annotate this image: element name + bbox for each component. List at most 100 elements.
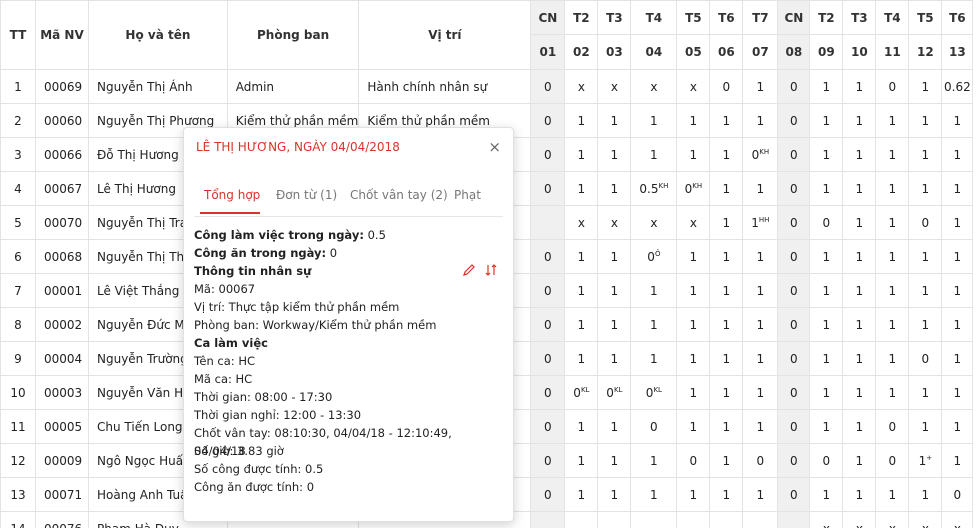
day-cell[interactable]: 0KL	[597, 375, 632, 410]
day-cell[interactable]: 1	[941, 443, 974, 478]
day-cell[interactable]: 1	[676, 375, 711, 410]
day-cell[interactable]: 1	[709, 477, 744, 512]
day-cell[interactable]: 0	[742, 443, 779, 478]
day-cell[interactable]: 1	[842, 477, 877, 512]
day-cell[interactable]: 0	[530, 341, 566, 376]
day-cell[interactable]: 1	[908, 409, 943, 444]
day-cell[interactable]	[564, 511, 599, 528]
day-cell[interactable]: 1	[597, 273, 632, 308]
day-cell[interactable]: 1	[676, 137, 711, 172]
day-cell[interactable]: 1	[908, 103, 943, 138]
day-cell[interactable]: 1	[941, 137, 974, 172]
day-cell[interactable]: 1	[597, 307, 632, 342]
day-cell[interactable]: 1	[564, 137, 599, 172]
day-cell[interactable]: 1	[597, 409, 632, 444]
day-cell[interactable]: x	[676, 205, 711, 240]
day-cell[interactable]: 1	[630, 103, 678, 138]
day-cell[interactable]: 1	[875, 375, 910, 410]
day-cell[interactable]: x	[564, 69, 599, 104]
day-cell[interactable]: 1	[842, 239, 877, 274]
swap-icon[interactable]	[483, 262, 499, 278]
day-cell[interactable]: 1	[676, 239, 711, 274]
day-cell[interactable]: 1	[564, 409, 599, 444]
day-cell[interactable]: 1	[709, 375, 744, 410]
day-cell[interactable]: 1	[597, 341, 632, 376]
day-cell[interactable]: 1	[709, 137, 744, 172]
day-cell[interactable]: 1	[564, 239, 599, 274]
day-cell[interactable]: 1	[742, 341, 779, 376]
day-cell[interactable]: 0	[908, 341, 943, 376]
day-cell[interactable]: 1	[875, 239, 910, 274]
day-cell[interactable]: 1	[742, 375, 779, 410]
day-cell[interactable]: 1	[842, 205, 877, 240]
day-cell[interactable]: 0	[777, 477, 811, 512]
day-cell[interactable]	[530, 205, 566, 240]
day-cell[interactable]: 1	[875, 137, 910, 172]
day-cell[interactable]: 1	[630, 477, 678, 512]
day-cell[interactable]: x	[597, 69, 632, 104]
day-cell[interactable]: 0	[777, 137, 811, 172]
day-cell[interactable]: 1	[875, 273, 910, 308]
day-cell[interactable]: x	[676, 69, 711, 104]
day-cell[interactable]: 0Ô	[630, 239, 678, 274]
day-cell[interactable]: 1	[676, 477, 711, 512]
day-cell[interactable]: 1	[742, 239, 779, 274]
day-cell[interactable]: 0	[875, 409, 910, 444]
day-cell[interactable]: 1	[941, 171, 974, 206]
day-cell[interactable]: 0	[809, 443, 844, 478]
day-cell[interactable]: x	[630, 69, 678, 104]
day-cell[interactable]: 1	[809, 341, 844, 376]
tab-summary[interactable]: Tổng hợp	[204, 188, 260, 202]
day-cell[interactable]: 1	[941, 273, 974, 308]
day-cell[interactable]: 1	[941, 307, 974, 342]
day-cell[interactable]: 1	[842, 137, 877, 172]
day-cell[interactable]: 1	[809, 477, 844, 512]
day-cell[interactable]: 1	[875, 477, 910, 512]
day-cell[interactable]: 1	[630, 307, 678, 342]
day-cell[interactable]: 1	[842, 341, 877, 376]
day-cell[interactable]: 1+	[908, 443, 943, 478]
day-cell[interactable]: 1	[742, 273, 779, 308]
tab-requests[interactable]: Đơn từ (1)	[276, 188, 337, 202]
day-cell[interactable]: 0	[530, 443, 566, 478]
day-cell[interactable]: x	[809, 511, 844, 528]
day-cell[interactable]: 1	[842, 171, 877, 206]
day-cell[interactable]: x	[630, 205, 678, 240]
day-cell[interactable]: 1	[564, 443, 599, 478]
day-cell[interactable]: 1	[908, 307, 943, 342]
day-cell[interactable]: 1	[742, 103, 779, 138]
day-cell[interactable]: 1	[676, 409, 711, 444]
day-cell[interactable]	[676, 511, 711, 528]
day-cell[interactable]: 0	[777, 307, 811, 342]
day-cell[interactable]	[709, 511, 744, 528]
day-cell[interactable]: 0	[530, 239, 566, 274]
day-cell[interactable]: 1	[941, 239, 974, 274]
table-row[interactable]: 1 00069 Nguyễn Thị Ánh Admin Hành chính nhân…	[0, 69, 974, 104]
day-cell[interactable]: 1	[564, 307, 599, 342]
day-cell[interactable]: 1	[809, 103, 844, 138]
day-cell[interactable]: 1	[709, 307, 744, 342]
day-cell[interactable]: 1	[564, 171, 599, 206]
day-cell[interactable]: 1	[875, 341, 910, 376]
day-cell[interactable]: 1	[564, 477, 599, 512]
day-cell[interactable]: 0	[777, 375, 811, 410]
day-cell[interactable]: 0.62	[941, 69, 974, 104]
day-cell[interactable]: 1	[842, 273, 877, 308]
day-cell[interactable]: 1	[809, 307, 844, 342]
day-cell[interactable]: 0	[875, 443, 910, 478]
day-cell[interactable]: 0	[777, 443, 811, 478]
day-cell[interactable]: 1	[709, 443, 744, 478]
day-cell[interactable]: 1	[564, 341, 599, 376]
day-cell[interactable]: 0	[530, 477, 566, 512]
day-cell[interactable]: 1	[875, 171, 910, 206]
day-cell[interactable]: 0	[875, 69, 910, 104]
day-cell[interactable]: 0	[777, 341, 811, 376]
day-cell[interactable]: 1HH	[742, 205, 779, 240]
day-cell[interactable]: 1	[630, 443, 678, 478]
tab-penalty[interactable]: Phạt	[454, 188, 481, 202]
day-cell[interactable]	[742, 511, 779, 528]
day-cell[interactable]: 0	[709, 69, 744, 104]
day-cell[interactable]: 1	[842, 375, 877, 410]
day-cell[interactable]: 1	[908, 239, 943, 274]
day-cell[interactable]: 1	[676, 341, 711, 376]
